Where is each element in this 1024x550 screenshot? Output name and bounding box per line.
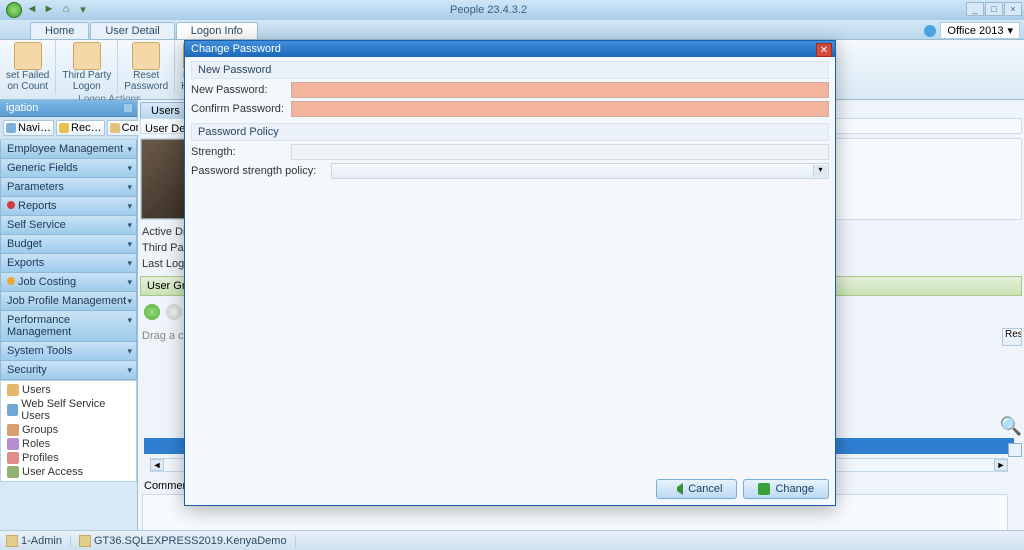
nav-icon	[6, 123, 16, 133]
strength-display	[291, 144, 829, 160]
minimize-button[interactable]: _	[966, 2, 984, 16]
confirm-password-input[interactable]	[291, 101, 829, 117]
profiles-icon	[7, 452, 19, 464]
acc-system-tools[interactable]: System Tools▾	[0, 342, 137, 361]
status-bar: 1-Admin GT36.SQLEXPRESS2019.KenyaDemo	[0, 530, 1024, 550]
pin-icon[interactable]	[123, 103, 133, 113]
change-password-dialog: Change Password ✕ New Password New Passw…	[184, 40, 836, 506]
status-server: GT36.SQLEXPRESS2019.KenyaDemo	[79, 535, 296, 547]
add-group-button[interactable]	[144, 304, 160, 320]
tab-home[interactable]: Home	[30, 22, 89, 39]
users-icon	[7, 384, 19, 396]
scroll-right-icon: ►	[994, 459, 1008, 471]
acc-budget[interactable]: Budget▾	[0, 235, 137, 254]
remove-group-button[interactable]	[166, 304, 182, 320]
new-password-label: New Password:	[191, 84, 291, 96]
scroll-left-icon: ◄	[150, 459, 164, 471]
acc-job-costing[interactable]: Job Costing▾	[0, 273, 137, 292]
expand-panel-button[interactable]	[1008, 443, 1022, 457]
qat-forward-icon[interactable]: ►	[42, 3, 56, 17]
check-icon	[758, 483, 770, 495]
section-new-password: New Password	[191, 61, 829, 79]
folder-icon	[110, 123, 120, 133]
confirm-password-label: Confirm Password:	[191, 103, 291, 115]
section-password-policy: Password Policy	[191, 123, 829, 141]
qat-back-icon[interactable]: ◄	[25, 3, 39, 17]
server-icon	[79, 535, 91, 547]
reset-password-icon	[132, 42, 160, 70]
acc-security[interactable]: Security▾	[0, 361, 137, 380]
change-button[interactable]: Change	[743, 479, 829, 499]
ribbon-reset-failed[interactable]: set Failed on Count	[0, 40, 56, 94]
nav-header: igation	[0, 100, 137, 117]
help-icon[interactable]	[924, 25, 936, 37]
chevron-down-icon: ▾	[1007, 24, 1013, 37]
cancel-button[interactable]: Cancel	[656, 479, 737, 499]
search-icon[interactable]: 🔍	[1000, 416, 1022, 437]
tree-user-access[interactable]: User Access	[5, 465, 132, 479]
qat-home-icon[interactable]: ⌂	[59, 3, 73, 17]
tree-web-self-service-users[interactable]: Web Self Service Users	[5, 397, 132, 423]
tree-roles[interactable]: Roles	[5, 437, 132, 451]
dialog-close-button[interactable]: ✕	[816, 43, 832, 57]
nav-accordion: Employee Management▾ Generic Fields▾ Par…	[0, 140, 137, 530]
acc-job-profile-management[interactable]: Job Profile Management▾	[0, 292, 137, 311]
qat-dropdown-icon[interactable]: ▾	[76, 3, 90, 17]
window-buttons: _ □ ×	[966, 2, 1022, 16]
tab-user-detail[interactable]: User Detail	[90, 22, 174, 39]
policy-combo[interactable]: ▾	[331, 163, 829, 179]
reset-button[interactable]: Rese	[1002, 328, 1022, 346]
ribbon-reset-password[interactable]: Reset Password	[118, 40, 175, 94]
navigation-panel: igation Navi… Rec… Con… Employee Managem…	[0, 100, 138, 530]
tree-profiles[interactable]: Profiles	[5, 451, 132, 465]
tab-logon-info[interactable]: Logon Info	[176, 22, 258, 39]
navtab-recent[interactable]: Rec…	[56, 120, 105, 136]
user-access-icon	[7, 466, 19, 478]
status-user: 1-Admin	[6, 535, 71, 547]
ribbon-third-party-logon[interactable]: Third Party Logon	[56, 40, 118, 94]
acc-reports[interactable]: Reports▾	[0, 197, 137, 216]
star-icon	[59, 123, 69, 133]
security-tree: Users Web Self Service Users Groups Role…	[0, 380, 137, 482]
acc-generic-fields[interactable]: Generic Fields▾	[0, 159, 137, 178]
back-arrow-icon	[671, 483, 683, 495]
main-tabstrip: Home User Detail Logon Info Office 2013▾	[0, 20, 1024, 40]
groups-icon	[7, 424, 19, 436]
navtab-navigation[interactable]: Navi…	[3, 120, 54, 136]
reset-failed-icon	[14, 42, 42, 70]
new-password-input[interactable]	[291, 82, 829, 98]
strength-label: Strength:	[191, 146, 291, 158]
roles-icon	[7, 438, 19, 450]
style-selector[interactable]: Office 2013▾	[940, 22, 1020, 39]
third-party-logon-icon	[73, 42, 101, 70]
close-window-button[interactable]: ×	[1004, 2, 1022, 16]
tree-users[interactable]: Users	[5, 383, 132, 397]
dialog-titlebar: Change Password ✕	[185, 41, 835, 57]
tree-groups[interactable]: Groups	[5, 423, 132, 437]
acc-performance-management[interactable]: Performance Management▾	[0, 311, 137, 342]
web-users-icon	[7, 404, 18, 416]
policy-label: Password strength policy:	[191, 165, 331, 177]
acc-parameters[interactable]: Parameters▾	[0, 178, 137, 197]
window-titlebar: ◄ ► ⌂ ▾ People 23.4.3.2 _ □ ×	[0, 0, 1024, 20]
acc-self-service[interactable]: Self Service▾	[0, 216, 137, 235]
quick-access-toolbar: ◄ ► ⌂ ▾	[6, 2, 90, 18]
chevron-down-icon: ▾	[813, 165, 827, 177]
window-title: People 23.4.3.2	[450, 4, 527, 16]
maximize-button[interactable]: □	[985, 2, 1003, 16]
user-icon	[6, 535, 18, 547]
app-orb-icon[interactable]	[6, 2, 22, 18]
acc-exports[interactable]: Exports▾	[0, 254, 137, 273]
acc-employee-management[interactable]: Employee Management▾	[0, 140, 137, 159]
